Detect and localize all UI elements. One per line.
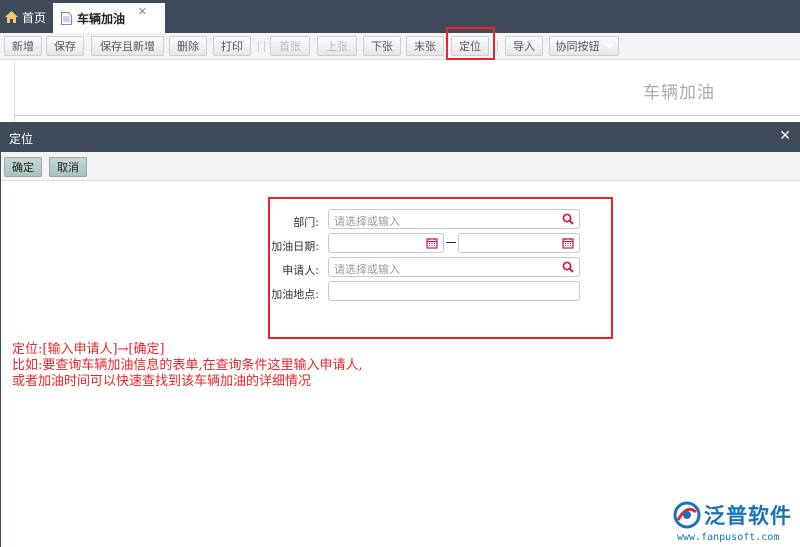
applicant-label: 申请人: bbox=[282, 264, 319, 277]
form-title: 车辆加油 bbox=[643, 83, 715, 103]
save-and-new-button[interactable]: 保存且新增 bbox=[91, 36, 164, 56]
locate-dialog: 定位 ✕ 确定 取消 部门: 请选择或输入 加油日期: 申请人: 请选择或输入 bbox=[0, 122, 800, 547]
refuel-date-end-input[interactable] bbox=[458, 233, 580, 253]
department-input[interactable]: 请选择或输入 bbox=[328, 209, 580, 229]
collaboration-button-label: 协同按钮 bbox=[555, 40, 600, 53]
toolbar-separator bbox=[497, 41, 498, 52]
toolbar: 新增 保存 保存且新增 删除 打印 首张 上张 下张 末张 定位 导入 协同按钮 bbox=[0, 33, 800, 60]
search-icon[interactable] bbox=[562, 213, 574, 225]
toolbar-separator bbox=[258, 41, 259, 52]
first-record-button[interactable]: 首张 bbox=[270, 36, 310, 56]
calendar-icon[interactable] bbox=[562, 237, 574, 249]
department-label: 部门: bbox=[293, 216, 319, 229]
chevron-down-icon bbox=[604, 43, 613, 49]
collaboration-button[interactable]: 协同按钮 bbox=[549, 36, 619, 56]
annotation-line-3: 或者加油时间可以快速查找到该车辆加油的详细情况 bbox=[12, 374, 312, 389]
tab-bar: 首页 车辆加油 ✕ bbox=[0, 0, 800, 33]
dialog-toolbar: 确定 取消 bbox=[1, 152, 800, 181]
confirm-button[interactable]: 确定 bbox=[4, 157, 42, 177]
calendar-icon[interactable] bbox=[426, 237, 438, 249]
cancel-button[interactable]: 取消 bbox=[49, 157, 87, 177]
import-button[interactable]: 导入 bbox=[505, 36, 543, 56]
applicant-input[interactable]: 请选择或输入 bbox=[328, 257, 580, 277]
date-range-separator bbox=[446, 242, 456, 243]
save-button[interactable]: 保存 bbox=[46, 36, 84, 56]
close-icon[interactable]: ✕ bbox=[779, 128, 791, 144]
applicant-placeholder: 请选择或输入 bbox=[334, 263, 400, 276]
locate-highlight-box bbox=[446, 27, 495, 60]
tab-vehicle-refuel[interactable]: 车辆加油 ✕ bbox=[53, 1, 165, 33]
search-icon[interactable] bbox=[562, 261, 574, 273]
toolbar-separator bbox=[264, 41, 265, 52]
refuel-location-input[interactable] bbox=[328, 281, 580, 301]
home-icon bbox=[5, 11, 18, 23]
refuel-date-label: 加油日期: bbox=[271, 240, 319, 253]
tab-close-icon[interactable]: ✕ bbox=[138, 5, 147, 18]
previous-record-button[interactable]: 上张 bbox=[317, 36, 357, 56]
department-placeholder: 请选择或输入 bbox=[334, 215, 400, 228]
document-icon bbox=[61, 11, 72, 25]
tab-active-label: 车辆加油 bbox=[77, 11, 126, 26]
brand-mark-icon bbox=[673, 501, 701, 529]
dialog-header: 定位 ✕ bbox=[1, 122, 800, 152]
refuel-location-label: 加油地点: bbox=[271, 288, 319, 301]
dialog-title: 定位 bbox=[9, 132, 34, 146]
tab-home-label: 首页 bbox=[22, 10, 47, 25]
last-record-button[interactable]: 末张 bbox=[406, 36, 444, 56]
print-button[interactable]: 打印 bbox=[213, 36, 251, 56]
brand-url: www.fanpusoft.com bbox=[677, 532, 780, 543]
brand-logo: 泛普软件 www.fanpusoft.com bbox=[672, 498, 795, 543]
form-left-border bbox=[14, 61, 15, 122]
next-record-button[interactable]: 下张 bbox=[363, 36, 401, 56]
new-button[interactable]: 新增 bbox=[4, 36, 42, 56]
refuel-date-start-input[interactable] bbox=[328, 233, 444, 253]
form-divider bbox=[14, 115, 800, 116]
delete-button[interactable]: 删除 bbox=[169, 36, 207, 56]
brand-name: 泛普软件 bbox=[704, 504, 792, 528]
tab-home[interactable]: 首页 bbox=[0, 1, 52, 33]
